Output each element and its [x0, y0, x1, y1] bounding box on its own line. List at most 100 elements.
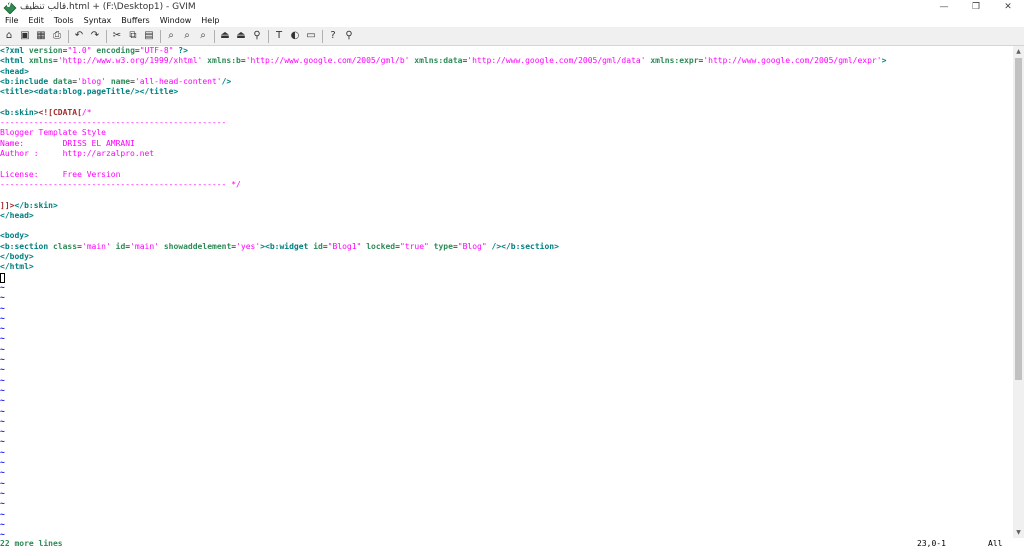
undo-icon[interactable]: ↶ — [73, 30, 85, 42]
code-line: <html xmlns='http://www.w3.org/1999/xhtm… — [0, 56, 886, 66]
find-help-icon[interactable]: ⚲ — [343, 30, 355, 42]
code-token: 'http://www.w3.org/1999/xhtml' — [57, 56, 203, 66]
code-line: License: Free Version — [0, 170, 120, 180]
run-script-icon[interactable]: ⚲ — [251, 30, 263, 42]
code-token: ]]> — [0, 200, 15, 210]
empty-line-marker: ~ — [0, 385, 5, 395]
menu-buffers[interactable]: Buffers — [121, 16, 149, 25]
save-session-icon[interactable]: ⏏ — [235, 30, 247, 42]
code-token: <b:section — [0, 241, 53, 251]
empty-line-marker: ~ — [0, 375, 5, 385]
save-icon[interactable]: ▣ — [19, 30, 31, 42]
empty-line-marker: ~ — [0, 437, 5, 447]
code-token: Blogger Template Style — [0, 128, 106, 138]
code-token: 'yes' — [236, 241, 261, 251]
text-editor[interactable]: <?xml version="1.0" encoding="UTF-8" ?> <… — [0, 46, 1013, 538]
code-token: <body> — [0, 231, 29, 241]
menu-syntax[interactable]: Syntax — [84, 16, 112, 25]
code-line: </body> — [0, 252, 34, 262]
empty-line-marker: ~ — [0, 499, 5, 509]
restore-button[interactable]: ❐ — [960, 0, 992, 14]
empty-line-marker: ~ — [0, 355, 5, 364]
find-next-icon[interactable]: ⌕ — [181, 30, 193, 42]
code-token: type — [433, 241, 453, 251]
scrollbar-thumb[interactable] — [1015, 58, 1022, 380]
save-all-icon[interactable]: ▦ — [35, 30, 47, 42]
code-line: <b:section class='main' id='main' showad… — [0, 242, 559, 252]
menu-tools[interactable]: Tools — [54, 16, 74, 25]
open-icon[interactable]: ⌂ — [3, 30, 15, 42]
code-line: <?xml version="1.0" encoding="UTF-8" ?> — [0, 46, 188, 56]
menu-help[interactable]: Help — [201, 16, 219, 25]
code-token: <?xml — [0, 46, 29, 55]
toolbar: ⌂ ▣ ▦ ⎙ ↶ ↷ ✂ ⧉ ▤ ⌕ ⌕ ⌕ ⏏ ⏏ ⚲ T ◐ ▭? ⚲ — [0, 27, 1024, 46]
code-token: data — [52, 76, 73, 86]
empty-line-marker: ~ — [0, 468, 5, 478]
build-tags-icon[interactable]: ◐ — [289, 30, 301, 42]
title-bar: قالب تنظيف.html + (F:\Desktop1) - GVIM —… — [0, 0, 1024, 14]
code-token: "true" — [399, 241, 429, 251]
make-icon[interactable]: T — [273, 30, 285, 42]
code-token: xmlns — [28, 56, 53, 66]
code-token: /></b:section> — [491, 241, 559, 251]
empty-line-marker: ~ — [0, 396, 5, 406]
scroll-percent: All — [988, 539, 1003, 548]
code-line: <head> — [0, 67, 29, 77]
code-token: ?> — [178, 46, 188, 55]
paste-icon[interactable]: ▤ — [143, 30, 155, 42]
menu-file[interactable]: File — [5, 16, 18, 25]
code-token: Author : http://arzalpro.net — [0, 149, 155, 158]
empty-line-marker: ~ — [0, 282, 5, 292]
toolbar-separator — [322, 29, 323, 43]
empty-line-marker: ~ — [0, 365, 5, 375]
code-token: <head> — [0, 66, 29, 76]
window-controls: — ❐ ✕ — [928, 0, 1024, 14]
vertical-scrollbar[interactable]: ▲ ▼ — [1013, 46, 1024, 538]
code-token: <b:include — [0, 76, 53, 86]
scroll-down-icon[interactable]: ▼ — [1013, 527, 1024, 538]
menu-edit[interactable]: Edit — [28, 16, 44, 25]
code-token: <b:skin> — [0, 107, 39, 117]
code-token: name — [110, 76, 131, 86]
empty-line-marker: ~ — [0, 416, 5, 426]
code-token: version — [28, 46, 63, 55]
code-token: <html — [0, 56, 29, 66]
toolbar-separator — [68, 29, 69, 43]
code-token: "UTF-8" — [139, 46, 174, 55]
code-line: Author : http://arzalpro.net — [0, 149, 154, 159]
code-token: "1.0" — [67, 46, 92, 55]
empty-line-marker: ~ — [0, 447, 5, 457]
print-icon[interactable]: ⎙ — [51, 30, 63, 42]
code-token: Name: DRISS EL AMRANI — [0, 138, 135, 148]
find-icon[interactable]: ⌕ — [165, 30, 177, 42]
minimize-button[interactable]: — — [928, 0, 960, 14]
load-session-icon[interactable]: ⏏ — [219, 30, 231, 42]
empty-line-marker: ~ — [0, 478, 5, 488]
command-line[interactable]: 22 more lines 23,0-1 All — [0, 538, 1024, 550]
jump-tag-icon[interactable]: ▭ — [305, 30, 317, 42]
text-cursor — [0, 272, 5, 283]
empty-line-marker: ~ — [0, 427, 5, 437]
code-token: xmlns:expr — [650, 56, 699, 66]
code-line: </head> — [0, 211, 34, 221]
code-token: "Blog" — [457, 241, 487, 251]
code-token: License: Free Version — [0, 169, 121, 179]
help-icon[interactable]: ? — [327, 30, 339, 42]
toolbar-separator — [268, 29, 269, 43]
menu-window[interactable]: Window — [160, 16, 192, 25]
code-token: </html> — [0, 262, 34, 272]
code-token: > — [881, 56, 887, 66]
close-button[interactable]: ✕ — [992, 0, 1024, 14]
scroll-up-icon[interactable]: ▲ — [1013, 46, 1024, 57]
code-token: showaddelement — [163, 241, 232, 251]
copy-icon[interactable]: ⧉ — [127, 30, 139, 42]
code-line: </html> — [0, 262, 34, 272]
find-prev-icon[interactable]: ⌕ — [197, 30, 209, 42]
empty-line-marker: ~ — [0, 344, 5, 354]
code-line: <title><data:blog.pageTitle/></title> — [0, 87, 178, 97]
code-token: "Blog1" — [327, 241, 362, 251]
code-line: <b:include data='blog' name='all-head-co… — [0, 77, 231, 87]
code-token: locked — [366, 241, 396, 251]
cut-icon[interactable]: ✂ — [111, 30, 123, 42]
redo-icon[interactable]: ↷ — [89, 30, 101, 42]
